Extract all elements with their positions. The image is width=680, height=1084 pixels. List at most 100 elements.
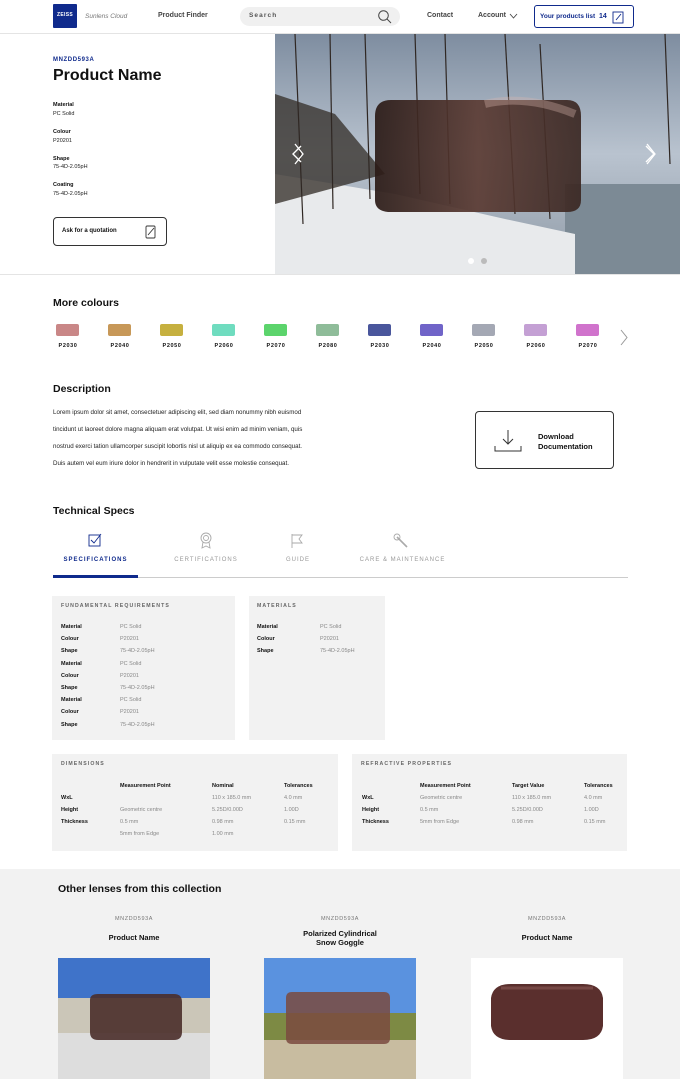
collection-item-sku: MNZDD593A — [320, 916, 360, 922]
spec-value: PC Solid — [120, 697, 142, 704]
attr-shape-label: Shape — [53, 156, 70, 162]
colour-swatch[interactable] — [420, 324, 443, 336]
collection-item-card[interactable] — [471, 958, 623, 1080]
collection-item-name[interactable]: Polarized Cylindrical — [264, 929, 416, 938]
description-title: Description — [53, 383, 111, 395]
nav-product-finder[interactable]: Product Finder — [158, 12, 208, 19]
nav-contact[interactable]: Contact — [427, 12, 453, 19]
zeiss-logo[interactable]: ZEISS — [53, 4, 77, 28]
spec-value: 75-4D-2.05pH — [120, 685, 155, 691]
table-row-label: WxL — [61, 795, 73, 801]
spec-key: Colour — [61, 636, 79, 643]
table-cell: 5mm from Edge — [120, 831, 160, 837]
colour-swatch-code: P2040 — [110, 343, 130, 349]
table-column-header: Tolerances — [584, 783, 613, 789]
table-cell: 1.00D — [284, 807, 299, 813]
product-title: Product Name — [53, 67, 162, 84]
collection-item-sku: MNZDD593A — [114, 916, 154, 922]
table-row-label: Thickness — [61, 819, 88, 825]
colour-swatch[interactable] — [472, 324, 495, 336]
ask-quotation-button[interactable]: Ask for a quotation — [53, 217, 167, 246]
colour-swatch[interactable] — [264, 324, 287, 336]
colour-swatch-code: P2060 — [214, 343, 234, 349]
search-icon[interactable] — [377, 9, 392, 24]
colour-swatch[interactable] — [524, 324, 547, 336]
search-input[interactable]: Search — [240, 7, 400, 26]
colour-swatch[interactable] — [212, 324, 235, 336]
colour-swatch-code: P2030 — [58, 343, 78, 349]
colour-swatch-code: P2070 — [266, 343, 286, 349]
tab-guide[interactable]: GUIDE — [270, 557, 326, 563]
panel-heading: FUNDAMENTAL REQUIREMENTS — [61, 603, 170, 609]
table-cell: 0.5 mm — [420, 807, 439, 813]
tab-specifications[interactable]: SPECIFICATIONS — [53, 557, 138, 563]
products-list-label: Your products list — [540, 13, 596, 20]
chevron-down-icon[interactable] — [509, 13, 518, 19]
collection-title: Other lenses from this collection — [58, 883, 222, 895]
spec-value: P20201 — [120, 672, 139, 679]
carousel-dot[interactable] — [481, 258, 487, 264]
collection-item-name-line2[interactable]: Snow Goggle — [264, 938, 416, 947]
spec-key: Colour — [61, 672, 79, 679]
spec-value: 75-4D-2.05pH — [120, 648, 155, 655]
colour-swatch-code: P2050 — [162, 343, 182, 349]
table-row-label: Thickness — [362, 819, 389, 825]
dimensions-panel: DIMENSIONS Measurement Point Nominal Toler… — [52, 754, 338, 851]
tab-care-maintenance[interactable]: CARE & MAINTENANCE — [345, 557, 460, 563]
description-line: nostrud exerci tation ullamcorper suscip… — [53, 443, 303, 450]
colour-swatch[interactable] — [576, 324, 599, 336]
colour-swatch[interactable] — [316, 324, 339, 336]
notepad-edit-icon — [145, 225, 156, 239]
table-column-header: Tolerances — [284, 783, 313, 789]
spec-value: 75-4D-2.05pH — [120, 721, 155, 728]
spec-key: Material — [257, 624, 278, 630]
colour-swatch[interactable] — [160, 324, 183, 336]
chevron-right-icon[interactable] — [619, 329, 629, 346]
products-list-button[interactable]: Your products list 14 — [534, 5, 634, 28]
colour-swatch-code: P2030 — [370, 343, 390, 349]
table-cell: Geometric centre — [420, 795, 463, 801]
collection-item-name[interactable]: Product Name — [471, 933, 623, 942]
tab-certifications[interactable]: CERTIFICATIONS — [160, 557, 252, 563]
spec-value: PC Solid — [120, 624, 142, 630]
table-cell: 1.00D — [584, 807, 599, 813]
table-cell: 4.0 mm — [284, 795, 303, 801]
product-thumbnail — [58, 958, 210, 1079]
more-colours-title: More colours — [53, 297, 119, 309]
download-documentation-button[interactable]: Download Documentation — [475, 411, 614, 469]
app-subtitle: Sunlens Cloud — [85, 13, 128, 20]
collection-item-card[interactable] — [58, 958, 210, 1080]
colour-swatch[interactable] — [108, 324, 131, 336]
colour-swatch[interactable] — [368, 324, 391, 336]
carousel-dot-active[interactable] — [468, 258, 474, 264]
checkbox-edit-icon — [88, 533, 102, 547]
table-cell: 0.98 mm — [512, 819, 534, 825]
tab-underline — [53, 577, 628, 578]
spec-key: Colour — [61, 709, 79, 716]
table-row-label: Height — [61, 807, 79, 813]
flag-icon — [291, 534, 303, 548]
nav-account[interactable]: Account — [478, 12, 506, 19]
notepad-edit-icon — [612, 11, 624, 24]
search-placeholder: Search — [249, 12, 278, 19]
product-image-carousel[interactable] — [275, 34, 680, 274]
collection-item-name[interactable]: Product Name — [58, 933, 210, 942]
spec-value: 75-4D-2.05pH — [320, 648, 355, 655]
spec-key: Shape — [61, 648, 78, 655]
carousel-prev-icon[interactable] — [287, 144, 307, 164]
table-cell: 0.98 mm — [212, 819, 234, 825]
tab-active-indicator — [53, 575, 138, 578]
section-divider — [0, 274, 680, 275]
hero-photo — [275, 34, 680, 274]
product-thumbnail — [264, 958, 416, 1079]
description-line: Duis autem vel eum iriure dolor in hendr… — [53, 460, 289, 467]
carousel-next-icon[interactable] — [640, 144, 660, 164]
collection-item-card[interactable] — [264, 958, 416, 1080]
technical-specs-title: Technical Specs — [53, 505, 135, 517]
spec-value: P20201 — [120, 636, 139, 643]
table-cell: 5.25D/0.00D — [512, 807, 543, 813]
colour-swatch[interactable] — [56, 324, 79, 336]
download-label-line1: Download — [538, 432, 574, 441]
table-cell: 1.00 mm — [212, 831, 234, 837]
attr-colour-label: Colour — [53, 129, 71, 135]
